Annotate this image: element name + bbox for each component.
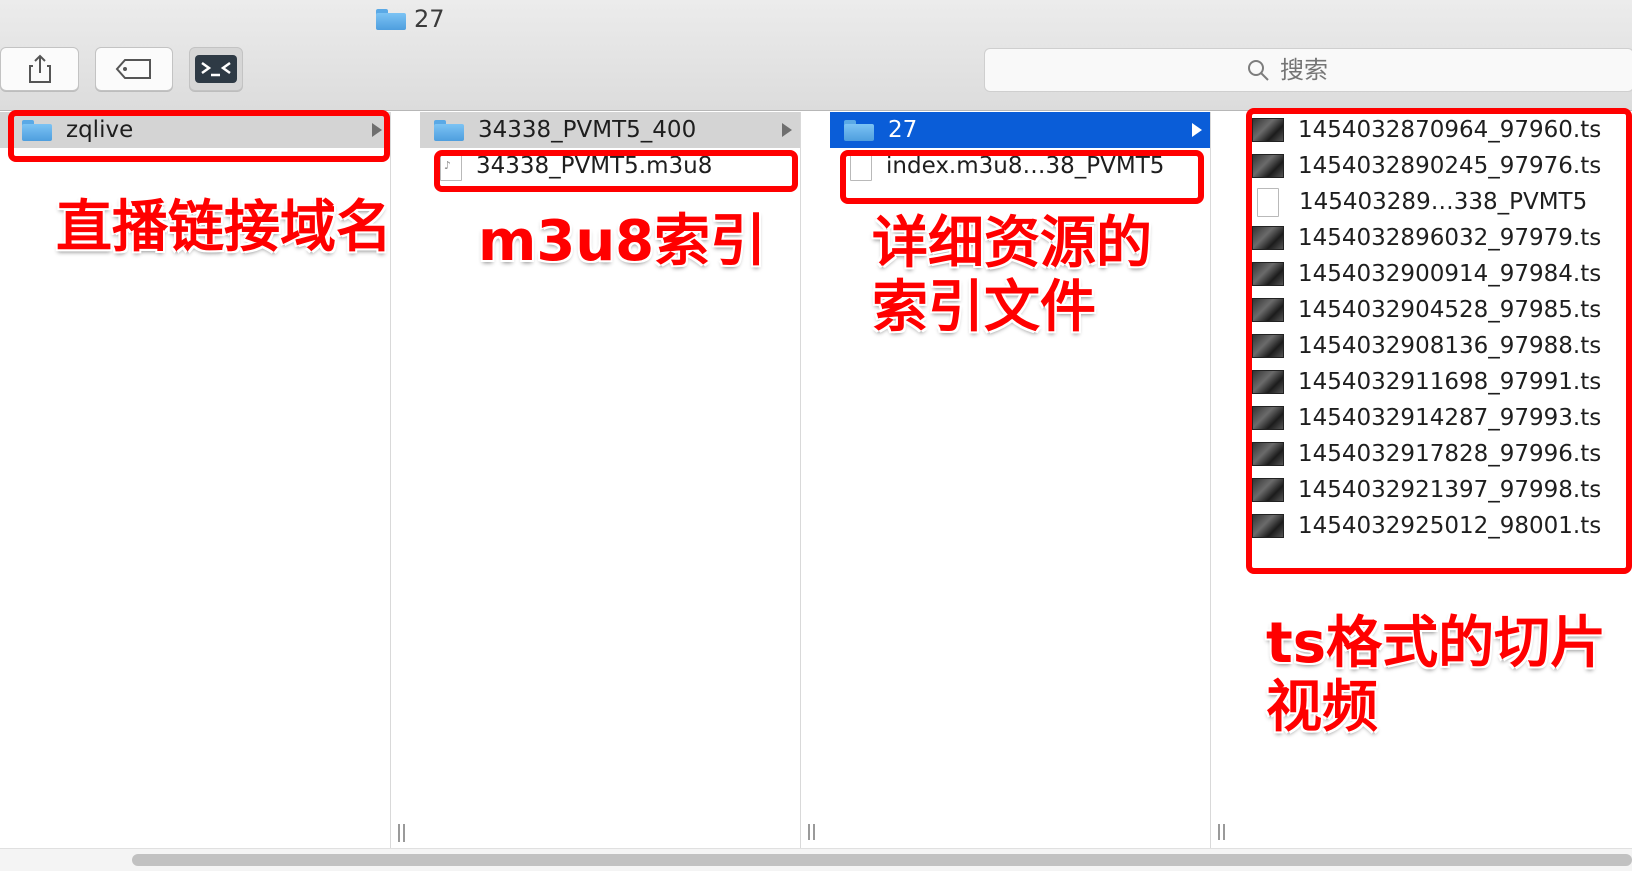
annotation-box-m3u8: [434, 150, 798, 192]
terminal-icon: [195, 55, 237, 83]
annotation-domain: 直播链接域名: [56, 195, 392, 260]
window-title-text: 27: [414, 5, 445, 33]
folder-label: 34338_PVMT5_400: [478, 117, 697, 143]
tag-icon: [115, 59, 151, 79]
column-resize-handle[interactable]: [1218, 824, 1230, 842]
disclosure-arrow-icon: [1192, 123, 1202, 137]
annotation-ts-line1: ts格式的切片: [1266, 611, 1607, 676]
folder-label: 27: [888, 117, 918, 143]
folder-row-34338-pvmt5-400[interactable]: 34338_PVMT5_400: [420, 112, 800, 148]
folder-icon: [844, 119, 874, 141]
folder-row-27[interactable]: 27: [830, 112, 1210, 148]
folder-icon: [434, 119, 464, 141]
tags-button[interactable]: [95, 47, 173, 91]
search-icon: [1248, 60, 1269, 81]
terminal-button[interactable]: [189, 47, 243, 91]
annotation-box-ts: [1246, 108, 1632, 574]
column-resize-handle[interactable]: [398, 824, 410, 842]
annotation-detail-line2: 索引文件: [872, 275, 1096, 340]
search-input[interactable]: [1278, 55, 1372, 85]
toolbar: 27: [0, 0, 1632, 111]
annotation-box-domain: [8, 110, 390, 162]
folder-icon: [376, 8, 406, 30]
share-icon: [28, 54, 51, 83]
horizontal-scrollbar[interactable]: [0, 848, 1632, 871]
annotation-detail-line1: 详细资源的: [872, 211, 1152, 276]
annotation-box-index: [840, 150, 1204, 204]
search-field[interactable]: [984, 48, 1632, 92]
scrollbar-thumb[interactable]: [132, 854, 1632, 866]
annotation-ts-line2: 视频: [1266, 675, 1378, 740]
share-button[interactable]: [0, 47, 79, 91]
window-title: 27: [376, 4, 445, 34]
disclosure-arrow-icon: [782, 123, 792, 137]
column-resize-handle[interactable]: [808, 824, 820, 842]
annotation-m3u8: m3u8索引: [478, 209, 767, 274]
